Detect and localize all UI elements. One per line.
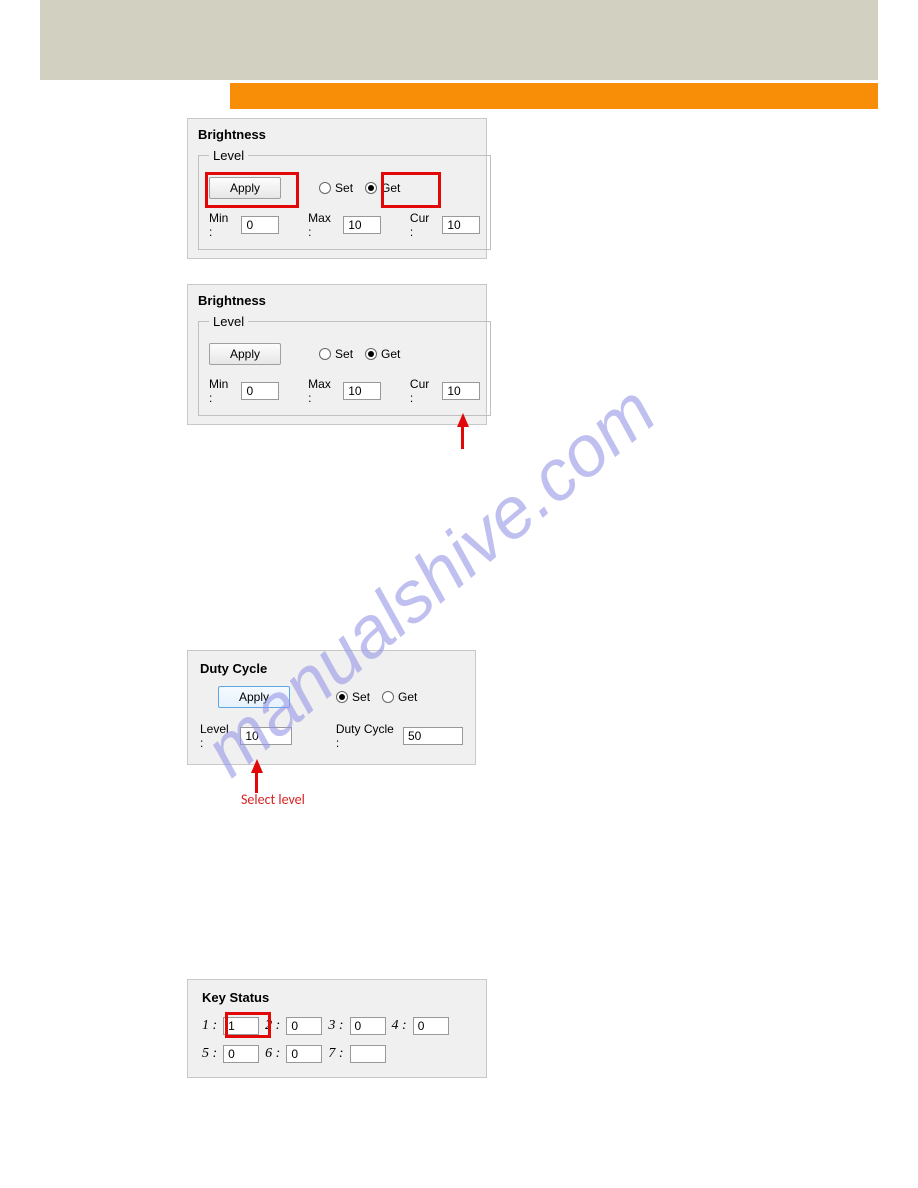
highlight-key-1 xyxy=(225,1012,271,1038)
min-field[interactable] xyxy=(241,216,279,234)
level-legend: Level xyxy=(209,148,248,163)
get-radio[interactable]: Get xyxy=(382,690,417,704)
duty-cycle-panel: Duty Cycle Apply Set Get Level : Duty Cy… xyxy=(187,650,476,765)
min-label: Min : xyxy=(209,377,229,405)
key-field-6[interactable] xyxy=(286,1045,322,1063)
radio-unchecked-icon xyxy=(319,348,331,360)
key-label-6: 6 : xyxy=(265,1046,280,1062)
key-field-5[interactable] xyxy=(223,1045,259,1063)
apply-button[interactable]: Apply xyxy=(218,686,290,708)
radio-checked-icon xyxy=(365,182,377,194)
level-fieldset: Level Apply Set Get Min : Max : Cur : xyxy=(198,314,491,416)
radio-unchecked-icon xyxy=(382,691,394,703)
radio-unchecked-icon xyxy=(319,182,331,194)
key-label-1: 1 : xyxy=(202,1018,217,1034)
cur-label: Cur : xyxy=(410,211,430,239)
max-label: Max : xyxy=(308,211,331,239)
max-field[interactable] xyxy=(343,216,381,234)
min-field[interactable] xyxy=(241,382,279,400)
min-label: Min : xyxy=(209,211,229,239)
select-level-annotation: Select level xyxy=(241,791,305,808)
key-status-legend: Key Status xyxy=(202,990,472,1005)
level-field[interactable] xyxy=(240,727,292,745)
set-radio[interactable]: Set xyxy=(319,347,353,361)
key-field-4[interactable] xyxy=(413,1017,449,1035)
header-gray-bar xyxy=(40,0,878,80)
brightness-title: Brightness xyxy=(198,293,476,308)
duty-cycle-label: Duty Cycle : xyxy=(336,722,395,750)
arrow-stem xyxy=(255,771,258,793)
max-field[interactable] xyxy=(343,382,381,400)
highlight-get-radio xyxy=(381,172,441,208)
key-field-3[interactable] xyxy=(350,1017,386,1035)
key-label-3: 3 : xyxy=(328,1018,343,1034)
arrow-stem xyxy=(461,425,464,449)
key-label-5: 5 : xyxy=(202,1046,217,1062)
header-orange-bar xyxy=(40,83,878,109)
cur-field[interactable] xyxy=(442,382,480,400)
get-radio[interactable]: Get xyxy=(365,347,400,361)
level-legend: Level xyxy=(209,314,248,329)
set-radio[interactable]: Set xyxy=(336,690,370,704)
radio-checked-icon xyxy=(336,691,348,703)
max-label: Max : xyxy=(308,377,331,405)
duty-cycle-field[interactable] xyxy=(403,727,463,745)
highlight-apply-button xyxy=(205,172,299,208)
header-white-box xyxy=(40,83,230,109)
brightness-panel-2: Brightness Level Apply Set Get Min : Max… xyxy=(187,284,487,425)
level-label: Level : xyxy=(200,722,232,750)
key-label-4: 4 : xyxy=(392,1018,407,1034)
key-label-7: 7 : xyxy=(328,1046,343,1062)
set-radio[interactable]: Set xyxy=(319,181,353,195)
duty-cycle-fieldset: Duty Cycle Apply Set Get Level : Duty Cy… xyxy=(188,651,475,764)
radio-checked-icon xyxy=(365,348,377,360)
cur-field[interactable] xyxy=(442,216,480,234)
cur-label: Cur : xyxy=(410,377,430,405)
duty-cycle-legend: Duty Cycle xyxy=(200,661,463,676)
brightness-title: Brightness xyxy=(198,127,476,142)
key-field-2[interactable] xyxy=(286,1017,322,1035)
apply-button[interactable]: Apply xyxy=(209,343,281,365)
key-field-7[interactable] xyxy=(350,1045,386,1063)
